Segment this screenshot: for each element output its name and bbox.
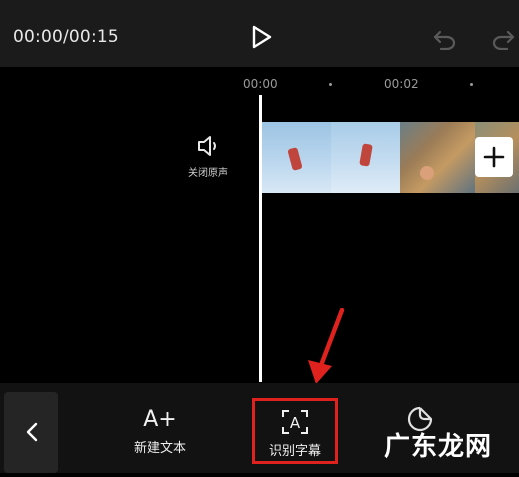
- new-text-label: 新建文本: [133, 441, 186, 456]
- subtitle-recognize-icon: A: [282, 410, 308, 434]
- watermark: 广东龙网: [384, 432, 493, 462]
- thumbnail-figure: [287, 147, 303, 171]
- clip-thumbnail: [400, 122, 475, 193]
- thumbnail-figure: [420, 166, 434, 180]
- new-text-button[interactable]: A+ 新建文本: [125, 407, 195, 456]
- back-button[interactable]: [4, 392, 58, 473]
- player-top-bar: 00:00/00:15: [0, 0, 519, 67]
- play-icon[interactable]: [248, 24, 274, 50]
- playhead[interactable]: [259, 95, 262, 382]
- recognize-subtitles-label: 识别字幕: [268, 444, 321, 459]
- ruler-tick: [329, 83, 332, 86]
- undo-icon[interactable]: [432, 26, 458, 50]
- redo-icon[interactable]: [490, 26, 516, 50]
- mute-original-audio-label: 关闭原声: [188, 168, 228, 179]
- subtitle-icon-letter: A: [290, 414, 301, 432]
- playback-time: 00:00/00:15: [13, 27, 119, 47]
- add-clip-button[interactable]: [475, 137, 513, 177]
- recognize-subtitles-button[interactable]: A 识别字幕: [252, 398, 338, 464]
- speaker-icon: [198, 136, 216, 156]
- thumbnail-figure: [359, 143, 373, 167]
- mute-original-audio-button[interactable]: 关闭原声: [180, 134, 236, 179]
- text-add-icon: A+: [143, 407, 177, 432]
- annotation-arrow: [308, 308, 345, 384]
- plus-icon: [483, 146, 505, 168]
- clip-thumbnail: [331, 122, 400, 193]
- ruler-label-2s: 00:02: [384, 77, 419, 91]
- chevron-left-icon: [26, 422, 38, 442]
- ruler-label-start: 00:00: [243, 77, 278, 91]
- ruler-tick: [470, 83, 473, 86]
- clip-thumbnail: [262, 122, 331, 193]
